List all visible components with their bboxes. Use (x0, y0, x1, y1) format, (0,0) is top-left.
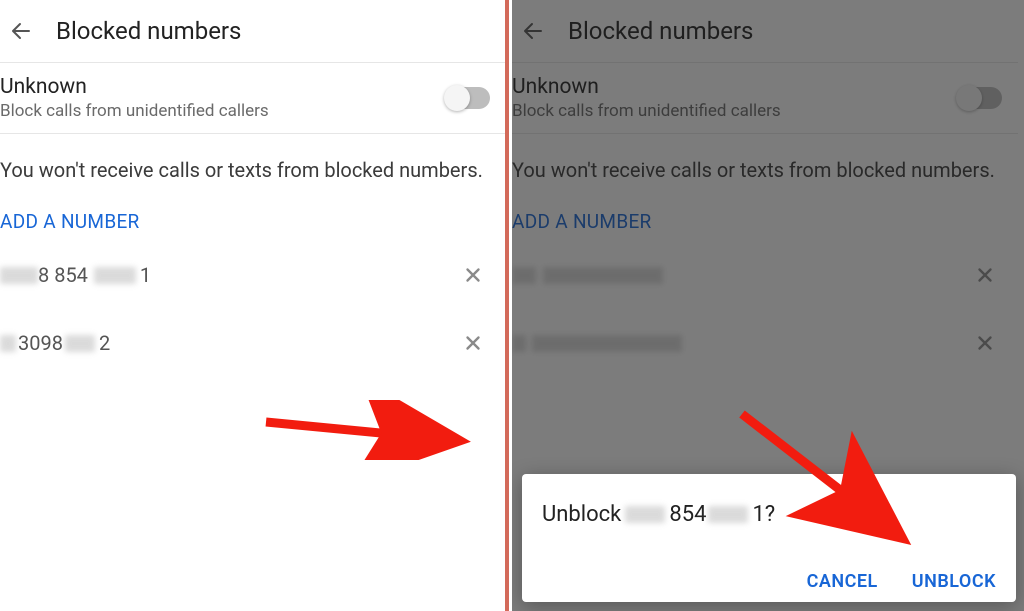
page-title: Blocked numbers (56, 17, 241, 45)
unknown-switch[interactable] (446, 87, 490, 109)
add-number-button[interactable]: ADD A NUMBER (0, 188, 506, 241)
back-button[interactable] (4, 14, 38, 48)
dialog-unblock-button[interactable]: UNBLOCK (912, 571, 996, 592)
unblock-dialog: Unblock 854 1? CANCEL UNBLOCK (522, 474, 1016, 602)
dialog-title: Unblock 854 1? (542, 502, 996, 527)
unknown-toggle-row[interactable]: Unknown Block calls from unidentified ca… (0, 63, 506, 133)
unknown-title: Unknown (0, 75, 446, 99)
pane-right: Blocked numbers Unknown Block calls from… (512, 0, 1024, 611)
number-text: 3098 2 (0, 331, 458, 355)
number-row-1: 8 854 1 (0, 241, 506, 309)
pane-separator (505, 0, 509, 611)
header: Blocked numbers (0, 0, 506, 62)
info-text: You won't receive calls or texts from bl… (0, 134, 506, 188)
remove-number-button[interactable] (458, 328, 488, 358)
remove-number-button[interactable] (458, 260, 488, 290)
unknown-subtitle: Block calls from unidentified callers (0, 101, 446, 121)
number-row-2: 3098 2 (0, 309, 506, 377)
pane-left: Blocked numbers Unknown Block calls from… (0, 0, 512, 611)
dialog-cancel-button[interactable]: CANCEL (807, 571, 878, 592)
number-text: 8 854 1 (0, 263, 458, 287)
